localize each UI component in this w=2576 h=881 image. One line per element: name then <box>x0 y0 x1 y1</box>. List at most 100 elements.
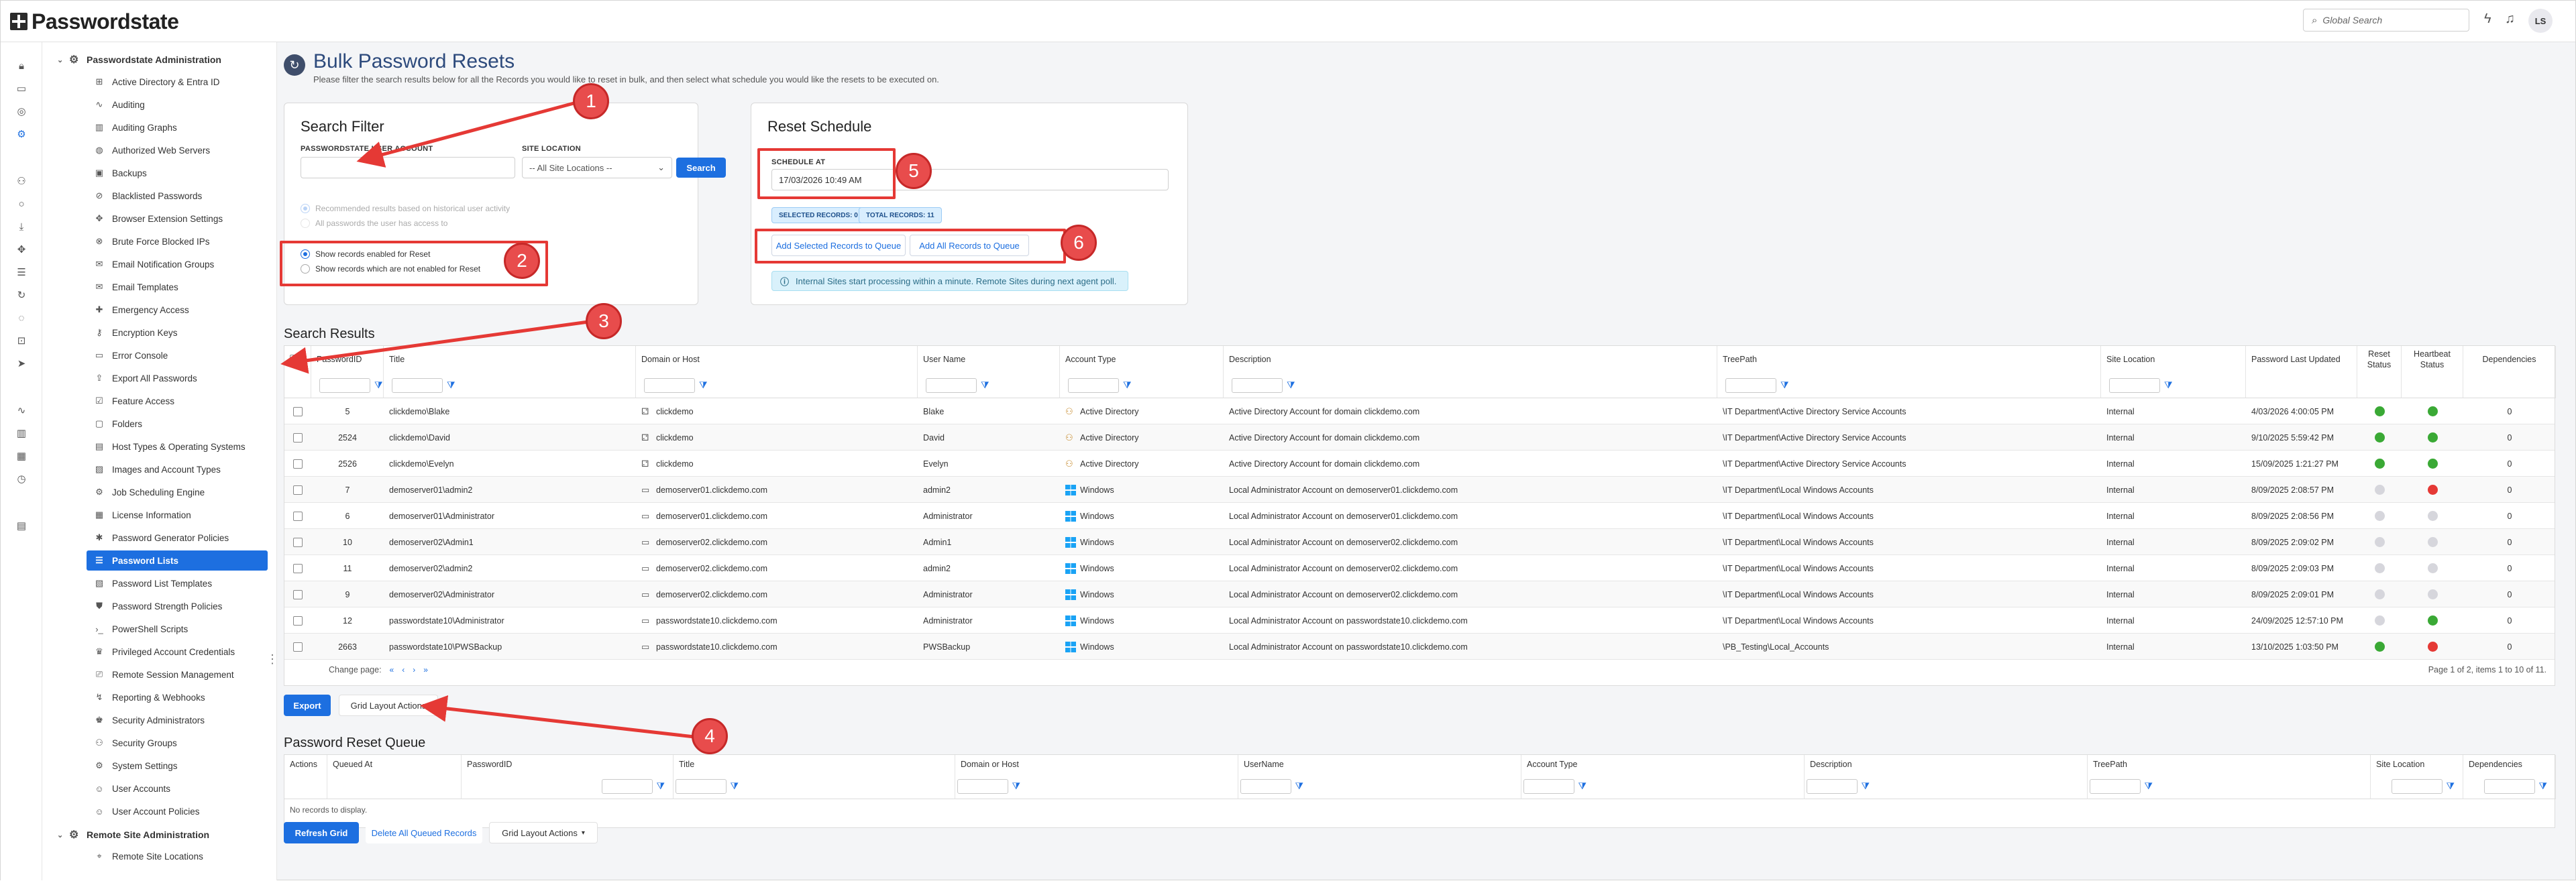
export-button[interactable]: Export <box>284 695 331 716</box>
filter-icon[interactable]: ⧩ <box>2164 379 2173 391</box>
row-checkbox[interactable] <box>293 485 303 495</box>
cell-cb[interactable] <box>284 503 311 529</box>
filter-input[interactable] <box>319 377 370 393</box>
user-account-input[interactable] <box>301 157 515 178</box>
sidebar-item-user-accounts[interactable]: ☺ User Accounts <box>87 778 268 799</box>
sidebar-item-password-generator-policies[interactable]: ✱ Password Generator Policies <box>87 528 268 548</box>
filter-icon[interactable]: ⧩ <box>1295 780 1304 792</box>
last-page-icon[interactable]: » <box>423 665 428 674</box>
document-icon[interactable]: ▤ <box>14 518 29 533</box>
cell-cb[interactable] <box>284 451 311 477</box>
filter-icon[interactable]: ⧩ <box>1862 780 1870 792</box>
cell-cb[interactable] <box>284 529 311 555</box>
sidebar-item-password-lists[interactable]: ☰ Password Lists <box>87 550 268 571</box>
lock-small-icon[interactable]: ⊡ <box>14 333 29 348</box>
first-page-icon[interactable]: « <box>390 665 394 674</box>
row-checkbox[interactable] <box>293 511 303 521</box>
filter-icon[interactable]: ⧩ <box>374 379 383 391</box>
filter-icon[interactable]: ⧩ <box>1578 780 1587 792</box>
filter-icon[interactable]: ⧩ <box>731 780 739 792</box>
sidebar-item-backups[interactable]: ▣ Backups <box>87 163 268 183</box>
filter-input[interactable] <box>1725 377 1776 393</box>
gear-icon[interactable]: ⚙ <box>14 127 29 141</box>
bell-icon[interactable]: ♫ <box>2505 11 2515 27</box>
sidebar-item-error-console[interactable]: ▭ Error Console <box>87 345 268 365</box>
filter-icon[interactable]: ⧩ <box>1123 379 1132 391</box>
table-row[interactable]: 6 demoserver01\Administrator ▭ demoserver01… <box>284 503 2555 529</box>
filter-icon[interactable]: ⧩ <box>2145 780 2153 792</box>
sidebar-item-powershell-scripts[interactable]: ›_ PowerShell Scripts <box>87 619 268 639</box>
sidebar-resize-handle[interactable]: ⋮ <box>266 652 276 666</box>
lock-icon[interactable]: 🔒︎ <box>14 58 29 73</box>
filter-icon[interactable]: ⧩ <box>1012 780 1021 792</box>
cell-cb[interactable] <box>284 477 311 503</box>
sidebar-item-license-information[interactable]: ▦ License Information <box>87 505 268 525</box>
cell-cb[interactable] <box>284 424 311 451</box>
queue-filter-input[interactable] <box>957 778 1008 794</box>
sidebar-item-auditing-graphs[interactable]: ▥ Auditing Graphs <box>87 117 268 137</box>
check-circle-icon[interactable]: ◎ <box>14 104 29 119</box>
sidebar-item-export-all-passwords[interactable]: ⇪ Export All Passwords <box>87 368 268 388</box>
sidebar-item-auditing[interactable]: ∿ Auditing <box>87 95 268 115</box>
filter-icon[interactable]: ⧩ <box>699 379 708 391</box>
queue-filter-input[interactable] <box>1806 778 1858 794</box>
sidebar-item-reporting-webhooks[interactable]: ↯ Reporting & Webhooks <box>87 687 268 707</box>
row-checkbox[interactable] <box>293 459 303 469</box>
radio-recommended[interactable]: Recommended results based on historical … <box>301 204 510 213</box>
monitor-icon[interactable]: ▭ <box>14 81 29 96</box>
radio-all[interactable]: All passwords the user has access to <box>301 219 447 228</box>
row-checkbox[interactable] <box>293 589 303 599</box>
send-icon[interactable]: ➤ <box>14 356 29 371</box>
sidebar-item-password-list-templates[interactable]: ▧ Password List Templates <box>87 573 268 593</box>
filter-input[interactable] <box>2109 377 2160 393</box>
queue-filter-input[interactable] <box>601 778 653 794</box>
queue-filter-input[interactable] <box>2089 778 2141 794</box>
table-row[interactable]: 2663 passwordstate10\PWSBackup ▭ passwordst… <box>284 634 2555 660</box>
filter-icon[interactable]: ⧩ <box>1287 379 1295 391</box>
sidebar-item-folders[interactable]: ▢ Folders <box>87 414 268 434</box>
download-icon[interactable]: ⤓ <box>14 219 29 234</box>
queue-filter-input[interactable] <box>2483 778 2535 794</box>
sidebar-item-user-account-policies[interactable]: ☺ User Account Policies <box>87 801 268 821</box>
row-checkbox[interactable] <box>293 432 303 443</box>
calendar-icon[interactable]: ▦ <box>14 449 29 463</box>
sidebar-item-emergency-access[interactable]: ✚ Emergency Access <box>87 300 268 320</box>
queue-filter-input[interactable] <box>675 778 727 794</box>
filter-icon[interactable]: ⧩ <box>2447 780 2455 792</box>
queue-filter-input[interactable] <box>1240 778 1291 794</box>
cell-cb[interactable] <box>284 555 311 581</box>
sidebar-item-privileged-account-credentials[interactable]: ♛ Privileged Account Credentials <box>87 642 268 662</box>
sidebar-item-job-scheduling-engine[interactable]: ⚙ Job Scheduling Engine <box>87 482 268 502</box>
delete-all-queued-button[interactable]: Delete All Queued Records <box>366 822 482 843</box>
filter-icon[interactable]: ⧩ <box>2539 780 2548 792</box>
cell-cb[interactable] <box>284 634 311 660</box>
sidebar-item-browser-extension-settings[interactable]: ✥ Browser Extension Settings <box>87 209 268 229</box>
row-checkbox[interactable] <box>293 563 303 573</box>
pulse-icon[interactable]: ∿ <box>14 403 29 418</box>
table-row[interactable]: 11 demoserver02\admin2 ▭ demoserver02.click… <box>284 555 2555 581</box>
circle-icon[interactable]: ○ <box>14 196 29 211</box>
filter-input[interactable] <box>1232 377 1283 393</box>
sidebar-item-security-groups[interactable]: ⚇ Security Groups <box>87 733 268 753</box>
row-checkbox[interactable] <box>293 615 303 626</box>
row-checkbox[interactable] <box>293 406 303 416</box>
filter-icon[interactable]: ⧩ <box>447 379 455 391</box>
sidebar-item-password-strength-policies[interactable]: ⛊ Password Strength Policies <box>87 596 268 616</box>
avatar[interactable]: LS <box>2528 9 2553 33</box>
sidebar-group-admin[interactable]: ⌄ ⚙ Passwordstate Administration <box>57 49 221 70</box>
filter-input[interactable] <box>644 377 695 393</box>
target-icon[interactable]: ◌ <box>14 310 29 325</box>
queue-filter-input[interactable] <box>1523 778 1574 794</box>
sidebar-item-blacklisted-passwords[interactable]: ⊘ Blacklisted Passwords <box>87 186 268 206</box>
row-checkbox[interactable] <box>293 642 303 652</box>
filter-input[interactable] <box>926 377 977 393</box>
table-row[interactable]: 5 clickdemo\Blake ⚁ clickdemo Blake ⚇ Active D… <box>284 398 2555 424</box>
select-all-checkbox[interactable] <box>290 355 299 364</box>
puzzle-icon[interactable]: ✥ <box>14 242 29 257</box>
sidebar-item-feature-access[interactable]: ☑ Feature Access <box>87 391 268 411</box>
users-icon[interactable]: ⚇ <box>14 174 29 188</box>
sidebar-item-authorized-web-servers[interactable]: ◍ Authorized Web Servers <box>87 140 268 160</box>
lightning-icon[interactable]: ϟ <box>2484 11 2491 27</box>
grid-layout-actions-button[interactable]: Grid Layout Actions <box>339 695 438 716</box>
sidebar-item-encryption-keys[interactable]: ⚷ Encryption Keys <box>87 322 268 343</box>
